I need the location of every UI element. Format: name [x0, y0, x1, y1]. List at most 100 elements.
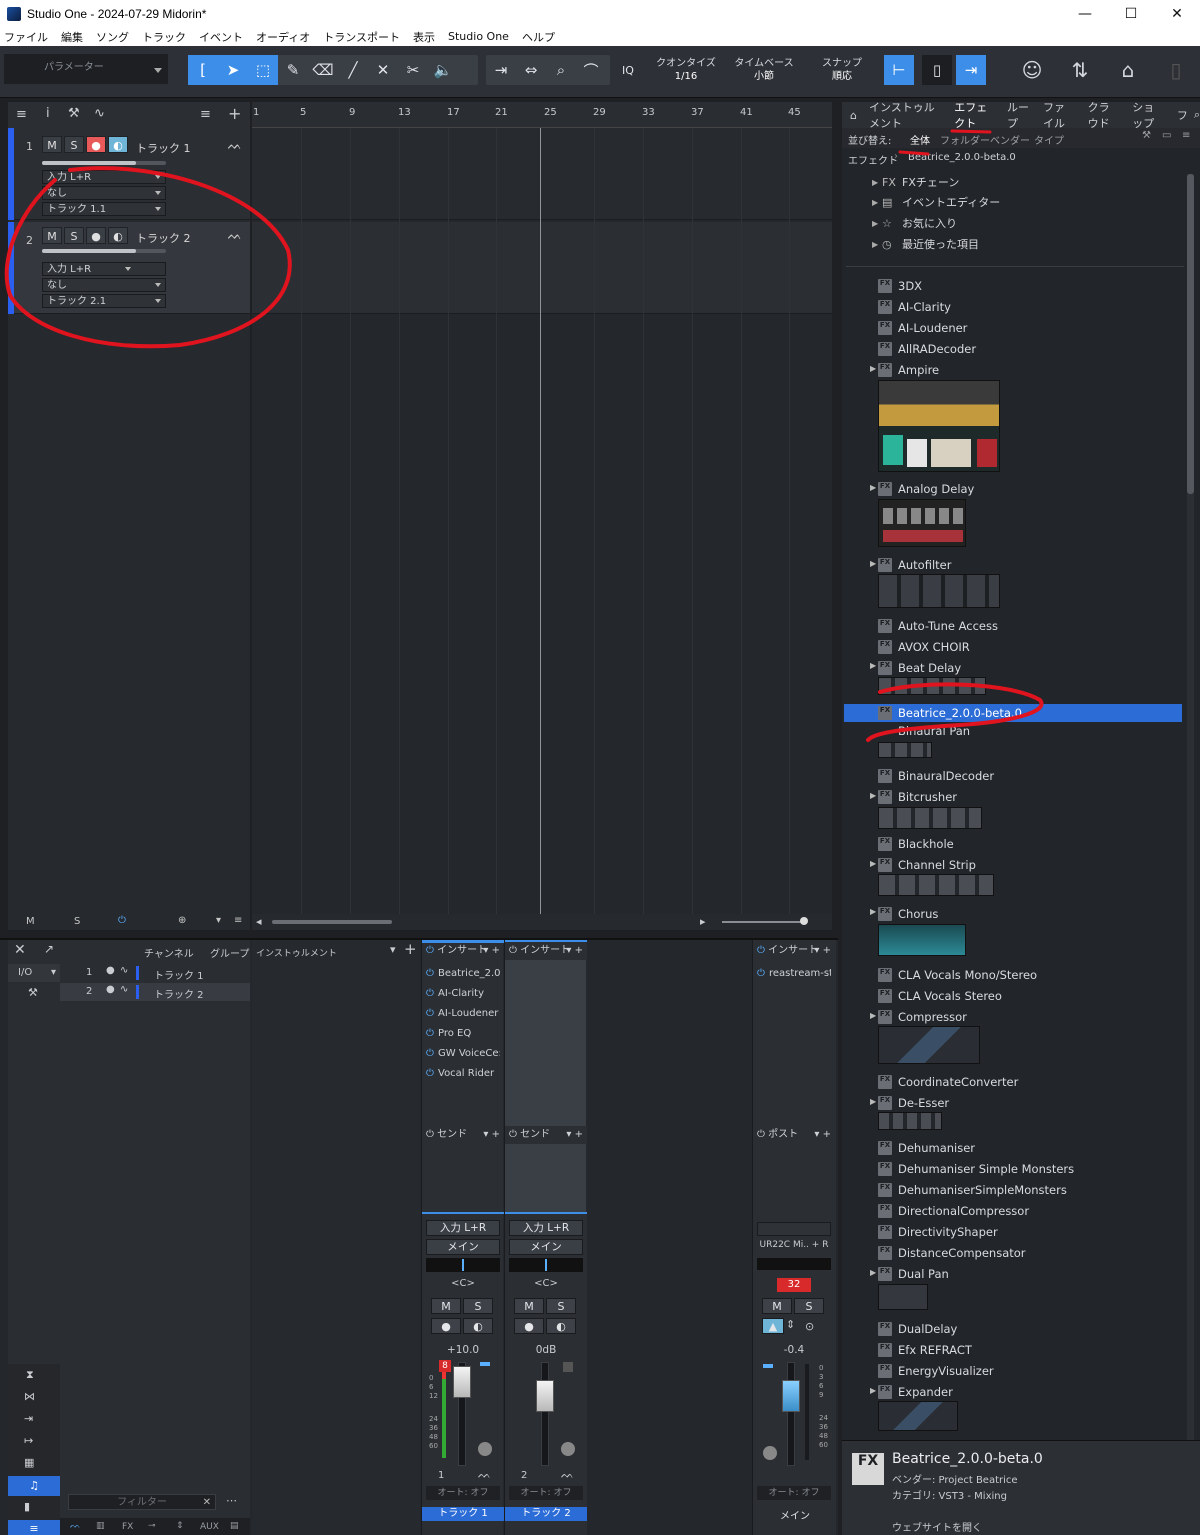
monitor-button[interactable]: ◐	[463, 1318, 493, 1334]
global-solo-button[interactable]: S	[74, 916, 80, 927]
menu-transport[interactable]: トランスポート	[323, 29, 400, 45]
scroll-right-icon[interactable]: ▸	[700, 915, 706, 928]
range-bracket-icon[interactable]: [	[188, 55, 218, 85]
zoom-slider[interactable]	[722, 921, 806, 923]
arrow-tool-icon[interactable]: ➤	[218, 55, 248, 85]
plugin-item[interactable]: FX Compressor	[878, 1008, 967, 1026]
add-insert-icon[interactable]: ▾ +	[814, 942, 831, 960]
plugin-item[interactable]: FX 3DX	[878, 277, 922, 295]
menu-view[interactable]: 表示	[413, 29, 435, 45]
website-link[interactable]: ウェブサイトを開く	[892, 1519, 982, 1534]
breadcrumb-current[interactable]: Beatrice_2.0.0-beta.0	[908, 152, 1016, 163]
folder-favorites[interactable]: ▶ ☆ お気に入り	[872, 214, 957, 232]
insert-slot[interactable]: ⏻ reastream-st	[757, 966, 831, 982]
link-icon[interactable]: ⊙	[805, 1320, 814, 1333]
narrow-icon[interactable]: ⋈	[24, 1390, 35, 1403]
plugin-item[interactable]: FX BinauralDecoder	[878, 767, 994, 785]
insert-slot[interactable]: ⏻ Pro EQ	[426, 1026, 500, 1042]
chevron-right-icon[interactable]: ▶	[870, 364, 876, 373]
zoom-slider-knob[interactable]	[800, 917, 808, 925]
list-icon[interactable]: ≡	[234, 915, 242, 926]
sort-vendor[interactable]: ベンダー	[990, 132, 1030, 147]
tab-loops[interactable]: ループ	[1007, 99, 1031, 131]
plugin-item[interactable]: FX Beat Delay	[878, 659, 961, 677]
plugin-item[interactable]: FX Channel Strip	[878, 856, 976, 874]
plugin-item[interactable]: FX CLA Vocals Stereo	[878, 987, 1002, 1005]
home-icon[interactable]: ⌂	[1114, 56, 1142, 84]
power-icon[interactable]: ⏻	[509, 1129, 517, 1140]
menu-studio-one[interactable]: Studio One	[448, 30, 509, 43]
monitor-button[interactable]: ◐	[546, 1318, 576, 1334]
channel-name-label[interactable]: トラック 2	[505, 1507, 587, 1521]
automation-mode[interactable]: オート: オフ	[426, 1486, 500, 1500]
channel-header[interactable]: チャンネル	[144, 945, 194, 960]
sort-all[interactable]: 全体	[910, 132, 930, 147]
fader-cap[interactable]	[782, 1380, 800, 1412]
power-icon[interactable]: ⏻	[426, 1026, 434, 1042]
plugin-item[interactable]: FX DirectionalCompressor	[878, 1202, 1029, 1220]
menu-edit[interactable]: 編集	[61, 29, 83, 45]
phase-button[interactable]	[763, 1446, 777, 1460]
tab-shop[interactable]: ショップ	[1132, 99, 1165, 131]
aux-tab[interactable]: AUX	[200, 1522, 219, 1532]
draw-curve-icon[interactable]: ⌒	[576, 55, 606, 85]
tab-files[interactable]: ファイル	[1043, 99, 1076, 131]
plugin-item[interactable]: FX EnergyVisualizer	[878, 1362, 994, 1380]
visible-dot-icon[interactable]: ●	[106, 965, 115, 976]
chevron-right-icon[interactable]: ▶	[870, 907, 876, 916]
automation-mode[interactable]: オート: オフ	[757, 1486, 831, 1500]
record-arm-button[interactable]: ●	[86, 136, 106, 153]
close-button[interactable]: ✕	[1154, 0, 1200, 27]
sort-type[interactable]: タイプ	[1034, 132, 1064, 147]
menu-track[interactable]: トラック	[142, 29, 186, 45]
track-layer-field[interactable]: トラック 2.1	[42, 294, 166, 308]
visible-dot-icon[interactable]: ●	[106, 984, 115, 995]
plugin-item[interactable]: FX Efx REFRACT	[878, 1341, 972, 1359]
dim-icon[interactable]: ⇕	[786, 1318, 795, 1331]
paint-tool-icon[interactable]: ╱	[338, 55, 368, 85]
plugin-item-selected[interactable]: FX Beatrice_2.0.0-beta.0	[844, 704, 1182, 722]
power-icon[interactable]: ⏻	[118, 915, 126, 926]
plugin-item[interactable]: FX AI-Loudener	[878, 319, 967, 337]
track-name[interactable]: トラック 1	[136, 140, 191, 156]
vca-icon[interactable]: ⇕	[176, 1521, 184, 1531]
browser-scrollbar[interactable]	[1187, 174, 1194, 1500]
input-selector[interactable]: 入力 L+R	[509, 1220, 583, 1236]
plugin-item[interactable]: FX CLA Vocals Mono/Stereo	[878, 966, 1037, 984]
plugin-item[interactable]: FX Chorus	[878, 905, 938, 923]
scroll-left-icon[interactable]: ◂	[256, 915, 262, 928]
calendar-icon[interactable]: ▤	[230, 1521, 239, 1531]
horizontal-scrollbar[interactable]	[272, 920, 392, 924]
mute-button[interactable]: M	[431, 1298, 461, 1314]
pan-slider[interactable]	[509, 1258, 583, 1272]
plugin-item[interactable]: FX Dehumaniser Simple Monsters	[878, 1160, 1074, 1178]
plugin-item[interactable]: FX AllRADecoder	[878, 340, 976, 358]
clear-icon[interactable]: ✕	[203, 1495, 211, 1510]
automation-icon[interactable]: ∿	[94, 106, 105, 121]
list-item[interactable]: 2 ● ∿ トラック 2	[60, 983, 250, 1001]
plugin-item[interactable]: FX DirectivityShaper	[878, 1223, 998, 1241]
pencil-tool-icon[interactable]: ✎	[278, 55, 308, 85]
plugin-item[interactable]: FX Dual Pan	[878, 1265, 949, 1283]
plugin-item[interactable]: FX Analog Delay	[878, 480, 974, 498]
home-icon[interactable]: ⌂	[850, 109, 857, 122]
global-mute-button[interactable]: M	[26, 916, 35, 927]
plugin-item[interactable]: FX DistanceCompensator	[878, 1244, 1026, 1262]
menu-file[interactable]: ファイル	[4, 29, 48, 45]
chevron-down-icon[interactable]: ▾	[216, 915, 221, 926]
chevron-right-icon[interactable]: ▶	[870, 1268, 876, 1277]
grid-icon[interactable]: ▦	[24, 1456, 34, 1469]
send-header[interactable]: ⏻ センド ▾ +	[422, 1126, 504, 1144]
expand-icon[interactable]: ↗	[44, 942, 54, 956]
bus-icon[interactable]: ⊸	[148, 1521, 156, 1531]
waveform-icon[interactable]: ᨓ	[228, 228, 242, 243]
fader-track[interactable]	[541, 1362, 549, 1466]
mute-button[interactable]: M	[514, 1298, 544, 1314]
snap-selector[interactable]: スナップ 順応	[804, 54, 880, 86]
sync-icon[interactable]: ⇅	[1066, 56, 1094, 84]
arrange-view[interactable]	[252, 128, 832, 914]
bend-tool-icon[interactable]: ⇥	[486, 55, 516, 85]
search-icon[interactable]: ⌕	[1194, 108, 1200, 122]
stretch-tool-icon[interactable]: ⇔	[516, 55, 546, 85]
power-icon[interactable]: ⏻	[509, 945, 517, 956]
